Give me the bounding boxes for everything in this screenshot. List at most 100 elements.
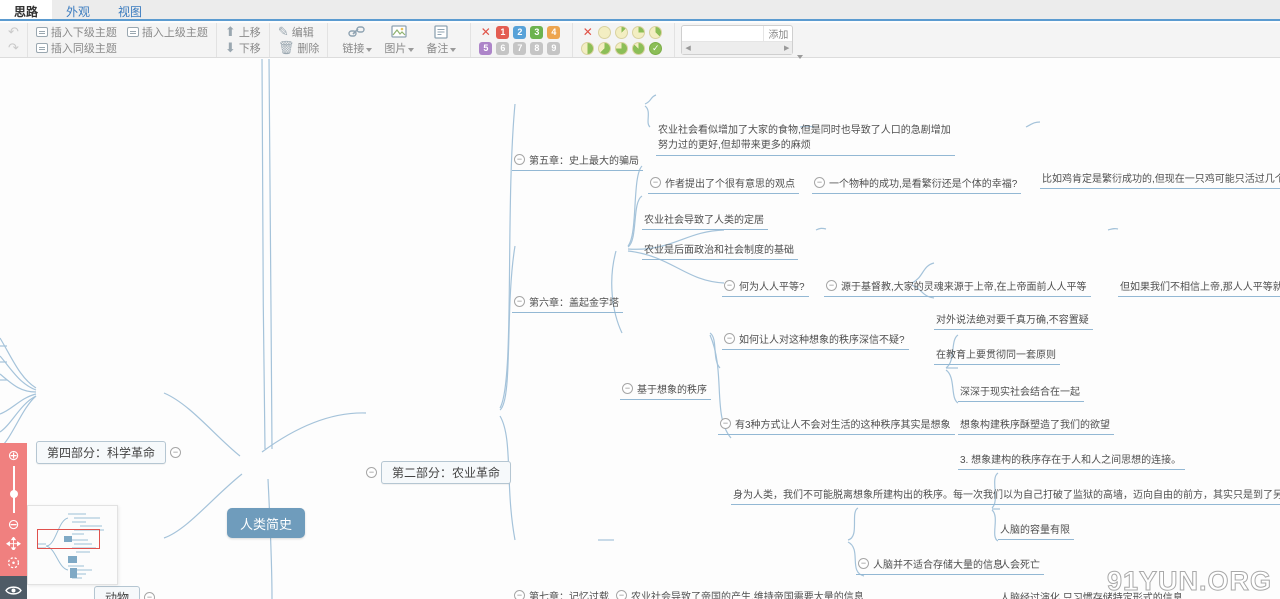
mindmap-node-connection[interactable]: 3. 想象建构的秩序存在于人和人之间思想的连接。 [958,450,1185,470]
collapse-icon[interactable]: − [144,592,155,599]
progress-1-icon[interactable] [615,26,628,39]
collapse-icon[interactable]: − [650,177,661,188]
node-label: 作者提出了个很有意思的观点 [665,175,795,190]
resource-dropdown-caret-icon[interactable] [797,55,803,59]
add-resource-button[interactable]: 添加 [763,26,792,41]
mindmap-node-education[interactable]: 在教育上要贯彻同一套原则 [934,345,1060,365]
minimap-viewport[interactable] [37,529,100,549]
collapse-icon[interactable]: − [514,296,525,307]
mindmap-node-equality[interactable]: − 何为人人平等? [722,277,809,297]
image-button[interactable]: 图片 [378,25,420,56]
mindmap-node-christian[interactable]: − 源于基督教,大家的灵魂来源于上帝,在上帝面前人人平等 [824,277,1091,297]
mindmap-node-chicken[interactable]: 比如鸡肯定是繁衍成功的,但现在一只鸡可能只活过几个月就被屠宰,这种情况是惨 [1040,169,1280,189]
collapse-icon[interactable]: − [724,333,735,344]
priority-8-badge[interactable]: 8 [530,42,543,55]
resource-input[interactable] [682,27,763,41]
mindmap-node-capacity[interactable]: 人脑的容量有限 [998,520,1074,540]
note-button[interactable]: 备注 [420,25,462,56]
tab-appearance[interactable]: 外观 [52,0,104,19]
collapse-icon[interactable]: − [814,177,825,188]
node-label: 有3种方式让人不会对生活的这种秩序其实是想象 [735,416,951,431]
collapse-icon[interactable]: − [616,590,627,599]
redo-icon[interactable]: ↷ [8,41,19,55]
undo-icon[interactable]: ↶ [8,25,19,39]
zoom-slider[interactable] [13,466,15,513]
progress-4-icon[interactable] [581,42,594,55]
scroll-right-icon[interactable]: ▶ [781,44,792,52]
priority-remove-icon[interactable]: ✕ [479,25,492,39]
zoom-in-icon[interactable]: ⊕ [8,448,20,462]
mindmap-node-deep-society[interactable]: 深深于现实社会结合在一起 [958,382,1084,402]
collapse-icon[interactable]: − [858,558,869,569]
collapse-icon[interactable]: − [170,447,181,458]
tab-view[interactable]: 视图 [104,0,156,19]
mindmap-node-imagined-order[interactable]: − 基于想象的秩序 [620,380,711,400]
mindmap-node-animal[interactable]: 动物 − [94,586,155,599]
insert-sibling-button[interactable]: 插入同级主题 [36,40,117,56]
priority-7-badge[interactable]: 7 [513,42,526,55]
mindmap-node-three-ways[interactable]: − 有3种方式让人不会对生活的这种秩序其实是想象 [718,415,955,435]
mindmap-node-empire[interactable]: − 农业社会导致了帝国的产生,维持帝国需要大量的信息 [614,587,868,599]
link-caret-icon [366,48,372,52]
progress-3-icon[interactable] [649,26,662,39]
progress-7-icon[interactable] [632,42,645,55]
pan-tool-icon[interactable] [6,537,21,550]
edit-button[interactable]: ✎编辑 [278,24,314,40]
move-up-button[interactable]: ⬆上移 [225,24,261,40]
collapse-icon[interactable]: − [724,280,735,291]
mindmap-node-ch6[interactable]: − 第六章：盖起金字塔 [512,293,623,313]
collapse-icon[interactable]: − [366,467,377,478]
mindmap-node-how[interactable]: − 如何让人对这种想象的秩序深信不疑? [722,330,909,350]
mindmap-node-brain[interactable]: − 人脑并不适合存储大量的信息 [856,555,1007,575]
mindmap-node-desire[interactable]: 想象构建秩序酥塑造了我们的欲望 [958,415,1114,435]
priority-1-badge[interactable]: 1 [496,26,509,39]
mindmap-node-part2[interactable]: − 第二部分：农业革命 [366,461,511,484]
mindmap-node-ch7[interactable]: − 第七章：记忆过载 [512,587,613,599]
mindmap-node-ch5[interactable]: − 第五章：史上最大的骗局 [512,151,643,171]
priority-2-badge[interactable]: 2 [513,26,526,39]
mindmap-node-outside[interactable]: 对外说法绝对要千真万确,不容置疑 [934,310,1093,330]
mindmap-node-death[interactable]: 人会死亡 [998,555,1044,575]
collapse-icon[interactable]: − [826,280,837,291]
insert-parent-button[interactable]: 插入上级主题 [127,24,208,40]
scroll-left-icon[interactable]: ◀ [682,44,693,52]
mindmap-node-prison[interactable]: 身为人类，我们不可能脱离想象所建构出的秩序。每一次我们以为自己打破了监狱的高墙，… [731,485,1280,505]
mindmap-node-part4[interactable]: 第四部分：科学革命 − [36,441,181,464]
collapse-icon[interactable]: − [720,418,731,429]
mindmap-node-butif[interactable]: 但如果我们不相信上帝,那人人平等就无法说明,所以这个就 [1118,277,1280,297]
collapse-icon[interactable]: − [514,154,525,165]
move-down-button[interactable]: ⬇下移 [225,40,261,56]
insert-child-button[interactable]: 插入下级主题 [36,24,117,40]
progress-remove-icon[interactable]: ✕ [581,25,594,39]
priority-5-badge[interactable]: 5 [479,42,492,55]
mindmap-node-settle[interactable]: 农业社会导致了人类的定居 [642,210,768,230]
resource-scrollbar[interactable]: ◀ ▶ [682,42,792,54]
progress-2-icon[interactable] [632,26,645,39]
minimap-toggle-button[interactable] [0,576,27,599]
priority-6-badge[interactable]: 6 [496,42,509,55]
pencil-icon: ✎ [278,25,289,39]
priority-9-badge[interactable]: 9 [547,42,560,55]
progress-6-icon[interactable] [615,42,628,55]
collapse-icon[interactable]: − [622,383,633,394]
progress-5-icon[interactable] [598,42,611,55]
mindmap-node-author[interactable]: − 作者提出了个很有意思的观点 [648,174,799,194]
collapse-icon[interactable]: − [514,590,525,599]
progress-done-icon[interactable]: ✓ [649,42,662,55]
delete-button[interactable]: 🗑删除 [278,40,320,56]
zoom-slider-handle[interactable] [10,490,18,498]
node-label: 人脑并不适合存储大量的信息 [873,556,1003,571]
tab-idea[interactable]: 思路 [0,0,52,19]
mindmap-root-node[interactable]: 人类简史 [227,508,305,538]
zoom-out-icon[interactable]: ⊖ [8,517,20,531]
locate-center-icon[interactable] [6,556,21,569]
mindmap-node-politics[interactable]: 农业是后面政治和社会制度的基础 [642,240,798,260]
minimap-panel[interactable] [27,505,118,585]
mindmap-node-species[interactable]: − 一个物种的成功,是看繁衍还是个体的幸福? [812,174,1021,194]
mindmap-node-food[interactable]: 农业社会看似增加了大家的食物,但是同时也导致了人口的急剧增加 努力过的更好,但却… [656,123,955,156]
mindmap-canvas[interactable]: 人类简史 − 第二部分：农业革命 第四部分：科学革命 − 动物 − − 第五章：… [0,59,1280,599]
priority-4-badge[interactable]: 4 [547,26,560,39]
priority-3-badge[interactable]: 3 [530,26,543,39]
link-button[interactable]: 链接 [336,25,378,56]
progress-0-icon[interactable] [598,26,611,39]
